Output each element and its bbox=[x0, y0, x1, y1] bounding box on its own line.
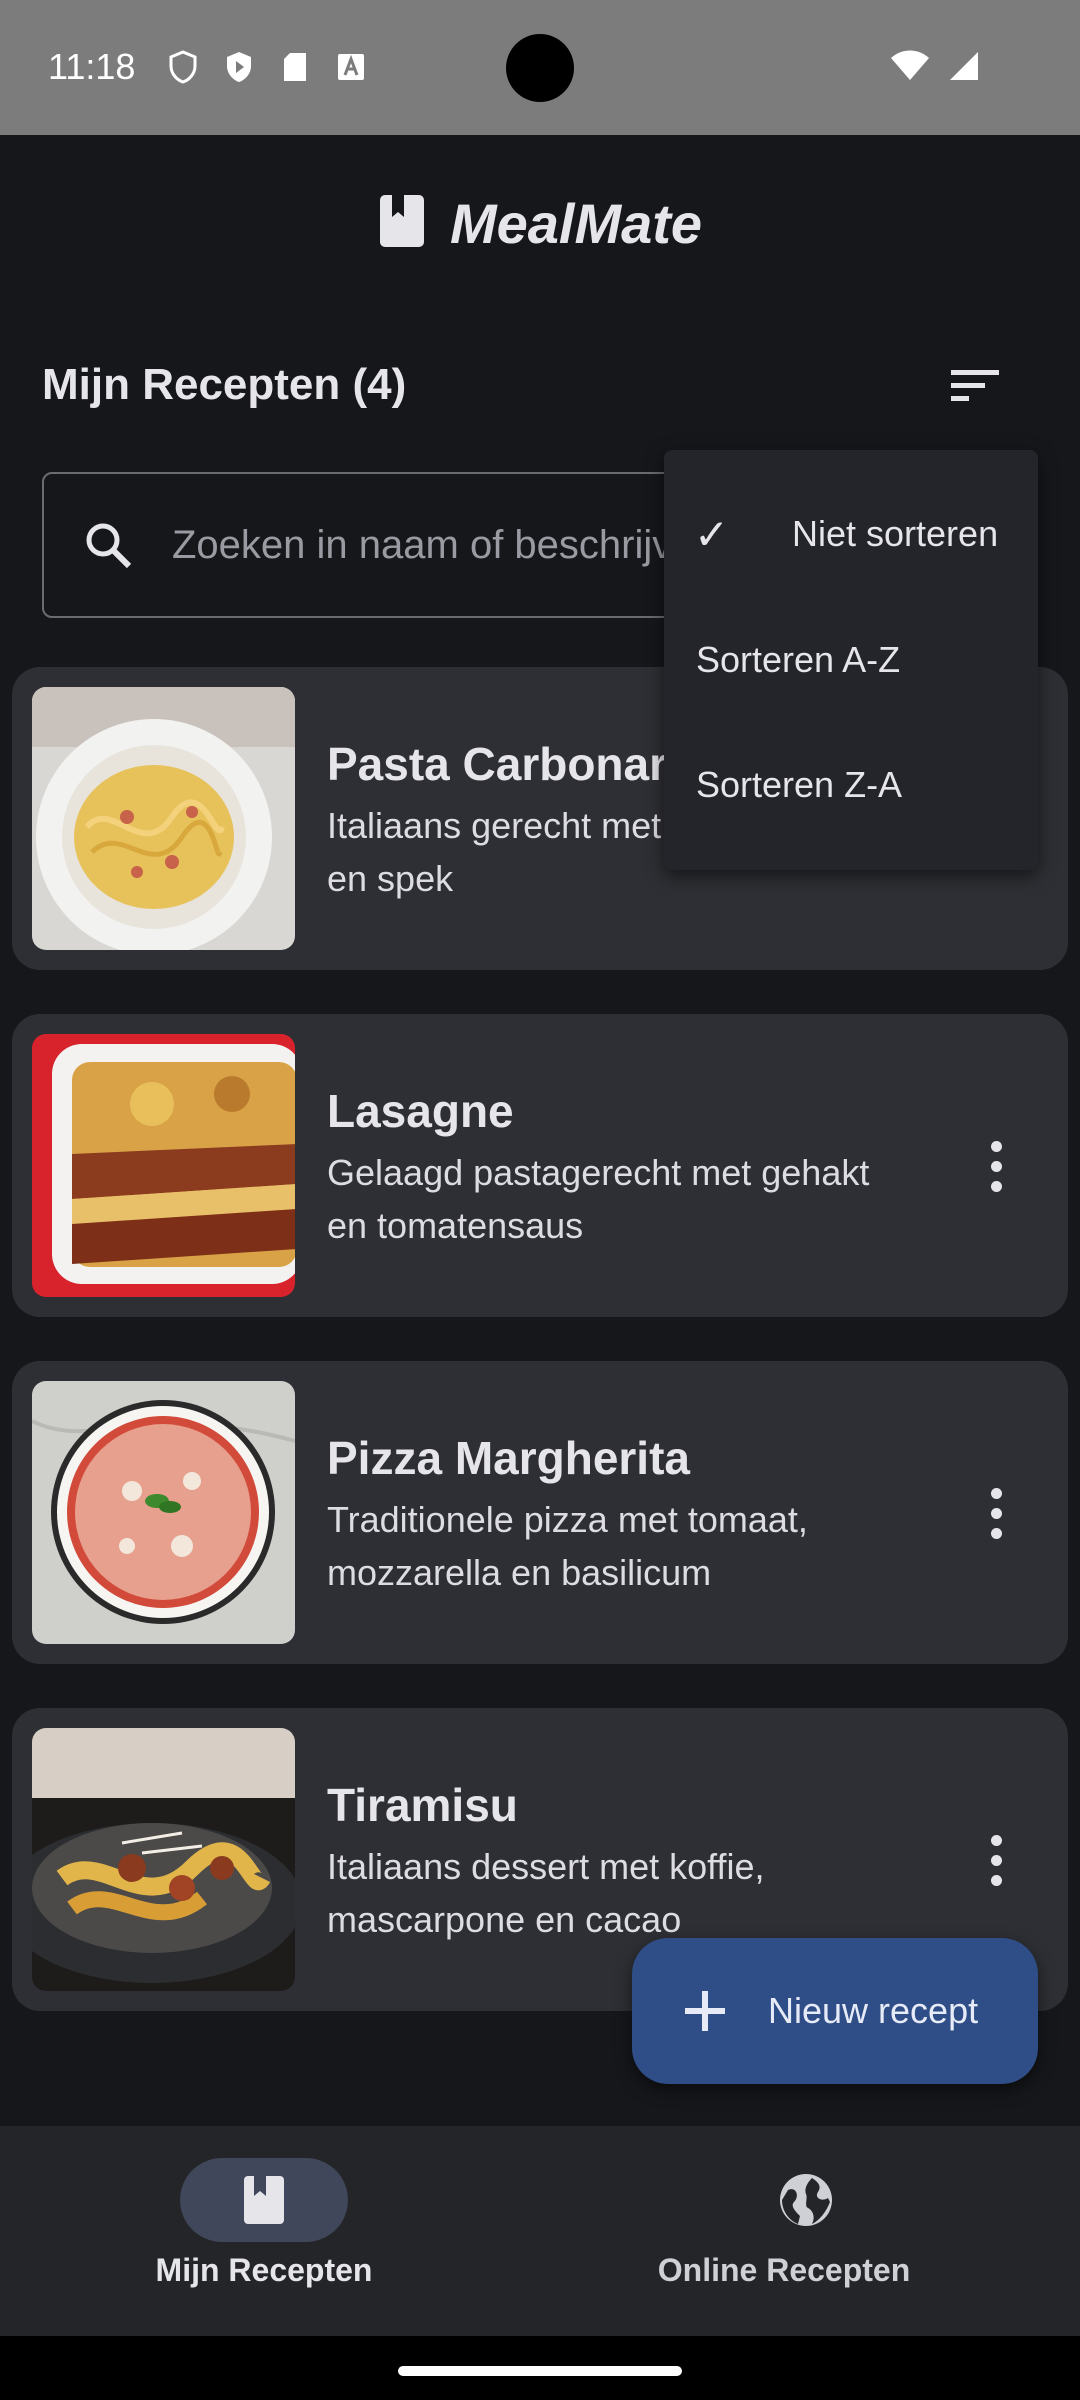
status-notification-icons bbox=[166, 50, 368, 84]
more-options-icon[interactable] bbox=[964, 1818, 1028, 1902]
sort-menu-item-none[interactable]: ✓ Niet sorteren bbox=[664, 479, 1038, 589]
app-title: MealMate bbox=[449, 192, 703, 255]
recipe-title: Pasta Carbonara bbox=[327, 738, 693, 790]
recipe-card[interactable]: Pizza Margherita Traditionele pizza met … bbox=[12, 1361, 1068, 1664]
sort-menu-item-a-z[interactable]: Sorteren A-Z bbox=[664, 605, 1038, 715]
plus-icon bbox=[682, 1988, 728, 2034]
more-options-icon[interactable] bbox=[964, 1471, 1028, 1555]
more-options-icon[interactable] bbox=[964, 1124, 1028, 1208]
gesture-navigation-bar bbox=[0, 2336, 1080, 2400]
new-recipe-button[interactable]: Nieuw recept bbox=[632, 1938, 1038, 2084]
bottom-navigation: Mijn Recepten Online Recepten bbox=[0, 2126, 1080, 2336]
recipe-image-pasta-dish bbox=[32, 1728, 295, 1991]
home-gesture-handle[interactable] bbox=[398, 2366, 682, 2376]
nav-item-online-recipes[interactable]: Online Recepten bbox=[540, 2126, 1080, 2336]
recipe-card[interactable]: Lasagne Gelaagd pastagerecht met gehakt … bbox=[12, 1014, 1068, 1317]
recipe-description: Italiaans dessert met koffie, mascarpone… bbox=[327, 1846, 765, 1940]
nav-label: Online Recepten bbox=[657, 2252, 911, 2288]
globe-icon bbox=[774, 2168, 838, 2232]
recipe-image-pizza bbox=[32, 1381, 295, 1644]
sort-icon bbox=[949, 368, 1001, 409]
sort-menu-item-label: Sorteren Z-A bbox=[696, 764, 903, 805]
camera-cutout bbox=[506, 34, 574, 102]
recipe-title: Tiramisu bbox=[327, 1779, 518, 1831]
book-icon bbox=[378, 193, 426, 254]
recipe-title: Pizza Margherita bbox=[327, 1432, 690, 1484]
wifi-icon bbox=[890, 50, 930, 87]
app-brand: MealMate bbox=[0, 191, 1080, 256]
recipe-description: Traditionele pizza met tomaat, mozzarell… bbox=[327, 1499, 808, 1593]
font-app-icon bbox=[334, 50, 368, 84]
recipe-image-pasta bbox=[32, 687, 295, 950]
sort-menu: ✓ Niet sorteren Sorteren A-Z Sorteren Z-… bbox=[664, 450, 1038, 870]
sd-card-icon bbox=[278, 50, 312, 84]
signal-icon bbox=[946, 50, 980, 87]
recipe-description: Gelaagd pastagerecht met gehakt en tomat… bbox=[327, 1152, 870, 1246]
status-bar: 11:18 bbox=[0, 0, 1080, 135]
recipe-image-lasagne bbox=[32, 1034, 295, 1297]
nav-label: Mijn Recepten bbox=[155, 2252, 373, 2288]
nav-item-my-recipes[interactable]: Mijn Recepten bbox=[0, 2126, 540, 2336]
page-title: Mijn Recepten (4) bbox=[42, 360, 407, 409]
sort-menu-item-label: Niet sorteren bbox=[792, 513, 999, 554]
play-protect-icon bbox=[222, 50, 256, 84]
status-time: 11:18 bbox=[48, 46, 136, 87]
sort-menu-item-z-a[interactable]: Sorteren Z-A bbox=[664, 730, 1038, 840]
sort-button[interactable] bbox=[930, 348, 1020, 428]
new-recipe-label: Nieuw recept bbox=[768, 1990, 979, 2031]
book-icon bbox=[232, 2168, 296, 2232]
check-icon: ✓ bbox=[694, 510, 730, 558]
sort-menu-item-label: Sorteren A-Z bbox=[696, 639, 901, 680]
status-system-icons bbox=[890, 50, 980, 87]
recipe-title: Lasagne bbox=[327, 1085, 514, 1137]
shield-icon bbox=[166, 50, 200, 84]
app-bar: MealMate bbox=[0, 135, 1080, 305]
search-icon bbox=[80, 517, 136, 573]
